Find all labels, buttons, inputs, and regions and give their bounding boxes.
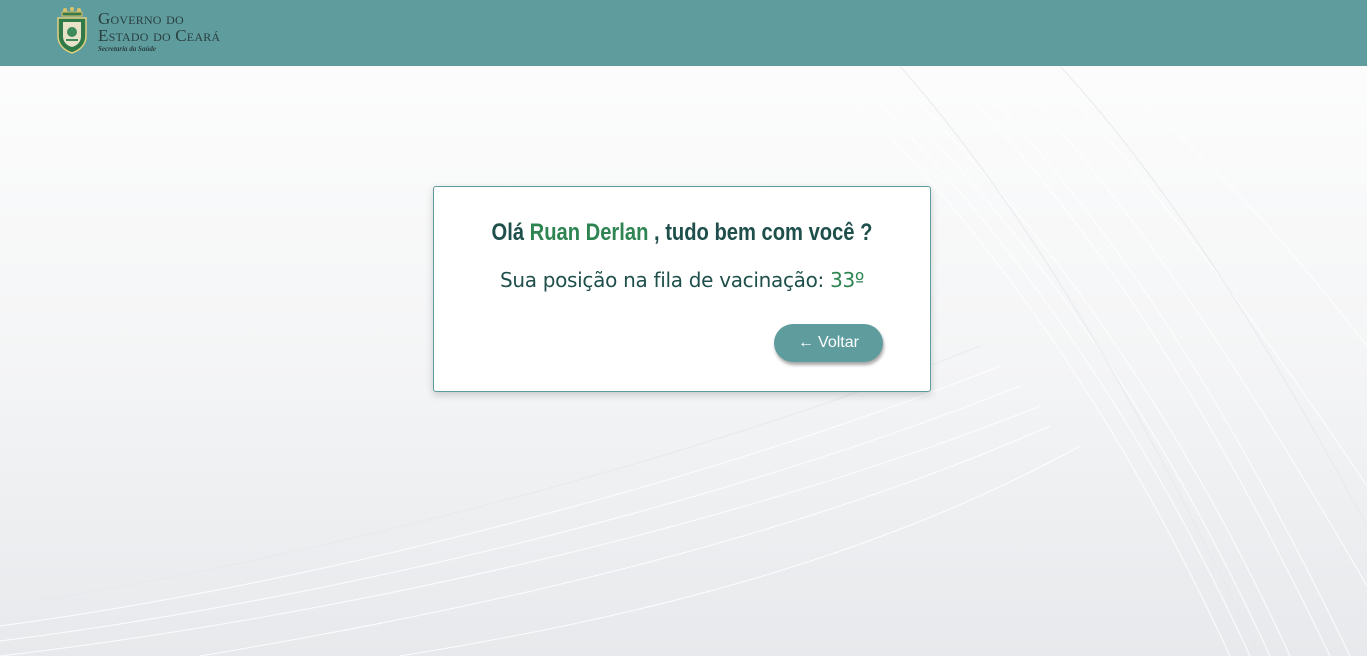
top-header: Governo do Estado do Ceará Secretaria da… xyxy=(0,0,1367,66)
user-name: Ruan Derlan xyxy=(529,219,649,246)
greeting-suffix: , tudo bem com você ? xyxy=(648,219,873,246)
logo-text: Governo do Estado do Ceará Secretaria da… xyxy=(98,10,220,53)
back-button[interactable]: ← Voltar xyxy=(774,324,883,362)
logo-line-secretaria: Secretaria da Saúde xyxy=(98,45,156,53)
ceara-crest-icon xyxy=(57,7,87,54)
queue-position-card: Olá Ruan Derlan , tudo bem com você ? Su… xyxy=(433,186,931,392)
greeting-prefix: Olá xyxy=(491,219,530,246)
left-arrow-icon: ← xyxy=(798,334,815,351)
logo-line-governo: Governo do xyxy=(98,9,184,28)
government-logo[interactable]: Governo do Estado do Ceará Secretaria da… xyxy=(54,6,220,54)
greeting-heading: Olá Ruan Derlan , tudo bem com você ? xyxy=(474,219,891,247)
logo-line-estado: Estado do Ceará xyxy=(98,26,221,45)
queue-position-label: Sua posição na fila de vacinação: xyxy=(499,268,831,292)
back-button-label: Voltar xyxy=(818,334,859,351)
queue-position-value: 33º xyxy=(830,268,865,292)
queue-position-text: Sua posição na fila de vacinação: 33º xyxy=(434,268,930,292)
